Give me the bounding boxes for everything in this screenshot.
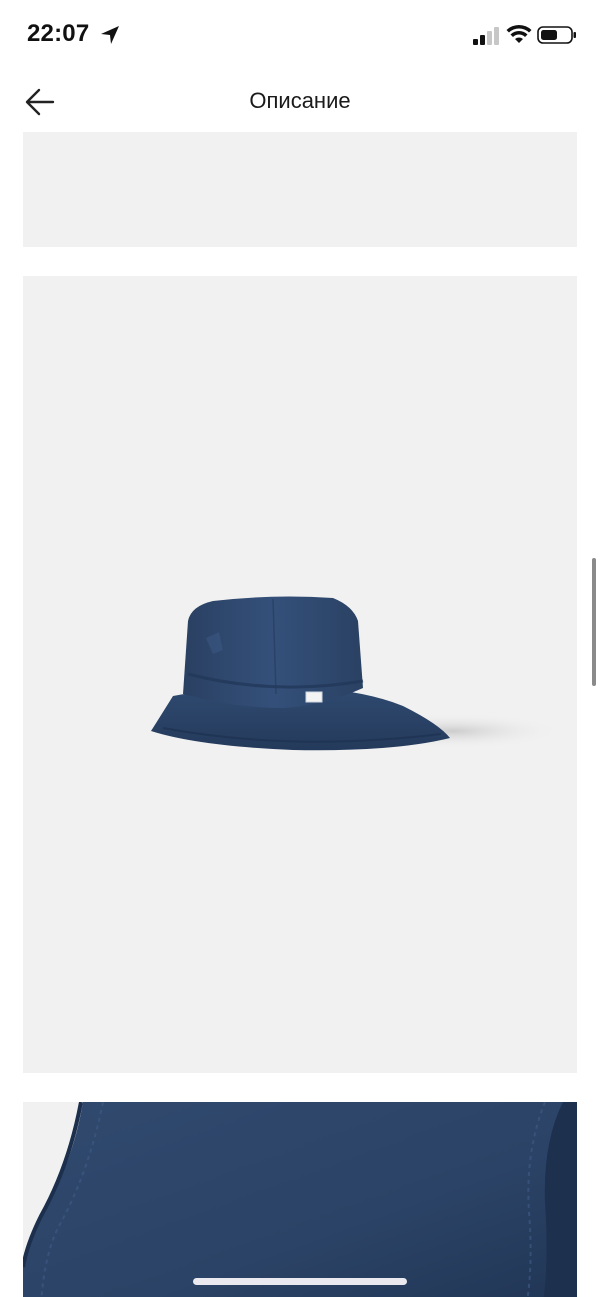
page-title: Описание xyxy=(249,88,351,113)
battery-icon xyxy=(537,26,576,44)
fabric-closeup-image xyxy=(23,1102,577,1297)
product-image-hat xyxy=(23,276,577,1073)
status-time: 22:07 xyxy=(27,20,90,47)
cellular-signal-icon xyxy=(473,27,499,45)
home-indicator xyxy=(193,1278,407,1285)
location-arrow-icon xyxy=(101,26,119,44)
navigation-bar: Описание xyxy=(0,70,600,132)
product-image-fabric-closeup xyxy=(23,1102,577,1297)
description-scroll-view[interactable] xyxy=(0,132,600,1297)
product-image-top xyxy=(23,132,577,247)
wifi-icon xyxy=(506,24,532,43)
status-bar: 22:07 xyxy=(0,0,600,70)
scroll-indicator xyxy=(592,558,596,686)
bucket-hat-image xyxy=(151,596,563,751)
